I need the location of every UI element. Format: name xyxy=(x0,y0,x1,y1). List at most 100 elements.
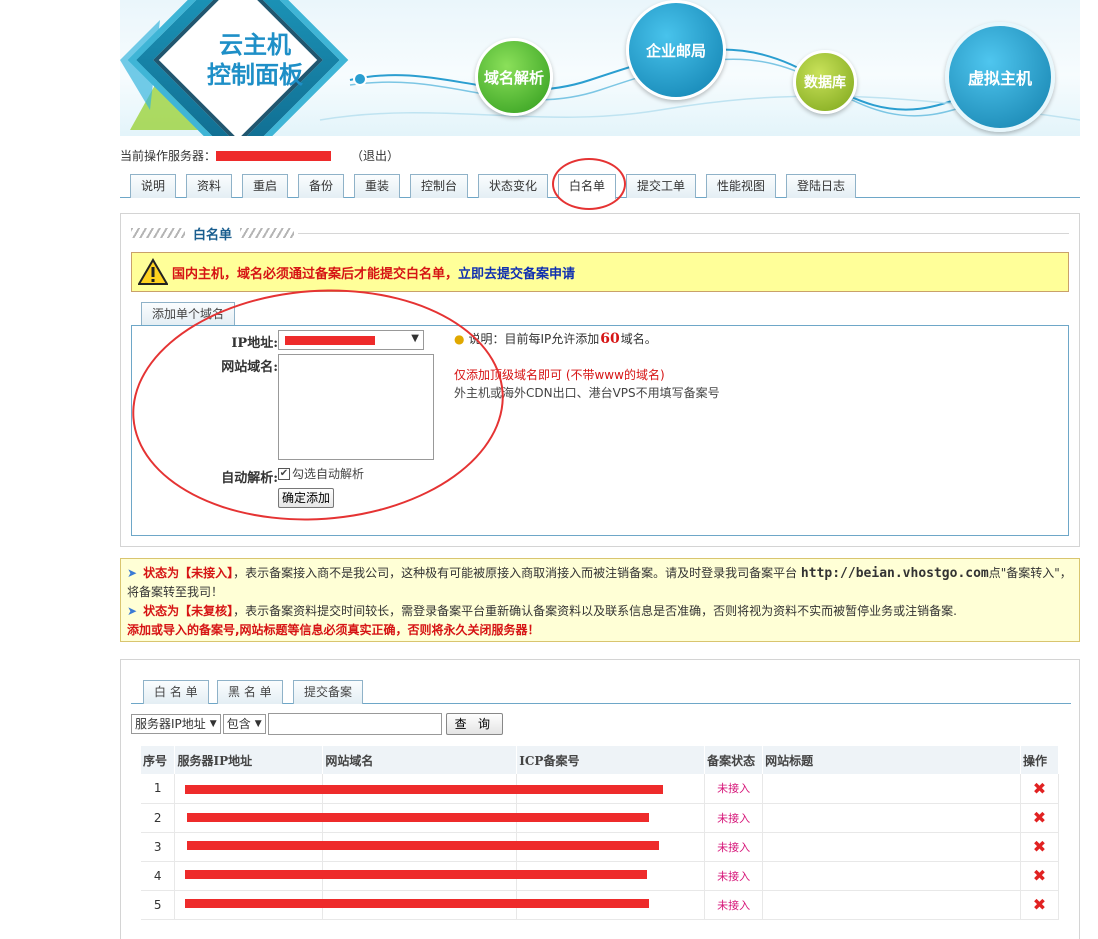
database-bubble[interactable]: 数据库 xyxy=(793,50,857,114)
auto-resolve-option: ✔ 勾选自动解析 xyxy=(278,465,364,482)
tab-performance[interactable]: 性能视图 xyxy=(706,174,777,198)
delete-icon[interactable]: ✖ xyxy=(1020,803,1060,833)
row-title xyxy=(762,832,1021,862)
notice-line-2: ➤ 状态为【未复核】，表示备案资料提交时间较长，需登录备案平台重新确认备案资料以及… xyxy=(127,602,1073,621)
notice-status-unconnected: 状态为【未接入】 xyxy=(143,566,234,580)
beian-url[interactable]: http://beian.vhostgo.com xyxy=(801,566,989,581)
enterprise-mail-bubble[interactable]: 企业邮局 xyxy=(626,0,726,100)
section-title: 白名单 xyxy=(131,224,1069,243)
list-tabs: 白 名 单 黑 名 单 提交备案 xyxy=(131,680,1071,704)
tab-whitelist[interactable]: 白名单 xyxy=(558,174,617,199)
server-label: 当前操作服务器： xyxy=(120,149,217,163)
domain-resolve-bubble[interactable]: 域名解析 xyxy=(475,38,553,116)
search-button[interactable]: 查 询 xyxy=(445,713,503,735)
submit-icp-link[interactable]: 立即去提交备案申请 xyxy=(458,263,575,282)
note-limit: ● 说明：目前每IP允许添加 60 域名。 xyxy=(454,330,657,347)
search-field-select[interactable]: 服务器IP地址 ▼ xyxy=(131,714,221,734)
col-server-ip: 服务器IP地址 xyxy=(174,746,324,774)
row-redaction xyxy=(187,813,649,822)
header-banner: 云主机 控制面板 域名解析 企业邮局 数据库 虚拟主机 xyxy=(120,0,1080,136)
auto-resolve-checkbox[interactable]: ✔ xyxy=(278,467,290,480)
tab-reinstall[interactable]: 重装 xyxy=(354,174,401,198)
search-input[interactable] xyxy=(267,713,442,735)
notice-status-unreviewed: 状态为【未复核】 xyxy=(143,604,234,618)
status-badge: 未接入 xyxy=(704,890,764,920)
warning-icon xyxy=(138,258,168,285)
table-header-row: 序号 服务器IP地址 网站域名 ICP备案号 备案状态 网站标题 操作 xyxy=(141,746,1060,774)
notice-box: ➤ 状态为【未接入】，表示备案接入商不是我公司，这种极有可能被原接入商取消接入而被… xyxy=(120,558,1080,642)
col-domain: 网站域名 xyxy=(322,746,518,774)
search-bar: 服务器IP地址 ▼ 包含 ▼ 查 询 xyxy=(131,713,503,735)
auto-resolve-label: 自动解析: xyxy=(221,471,278,486)
row-no: 1 xyxy=(141,774,176,804)
note-overseas: 外主机或海外CDN出口、港台VPS不用填写备案号 xyxy=(454,386,720,400)
ip-label: IP地址: xyxy=(231,336,278,351)
notice-text-1: ，表示备案接入商不是我公司，这种极有可能被原接入商取消接入而被注销备案。请及时登… xyxy=(233,566,798,580)
auto-resolve-text: 勾选自动解析 xyxy=(292,467,365,481)
col-status: 备案状态 xyxy=(704,746,764,774)
row-title xyxy=(762,803,1021,833)
domain-label: 网站域名: xyxy=(221,360,278,375)
row-no: 4 xyxy=(141,861,176,891)
tab-login-log[interactable]: 登陆日志 xyxy=(786,174,857,198)
logo-line2: 控制面板 xyxy=(207,61,303,89)
chevron-down-icon: ▼ xyxy=(209,719,217,729)
tab-blacklist[interactable]: 黑 名 单 xyxy=(217,680,283,704)
domain-textarea[interactable] xyxy=(278,354,434,460)
col-no: 序号 xyxy=(141,746,176,774)
notice-line-1: ➤ 状态为【未接入】，表示备案接入商不是我公司，这种极有可能被原接入商取消接入而被… xyxy=(127,564,1073,602)
row-title xyxy=(762,774,1021,804)
tab-description[interactable]: 说明 xyxy=(130,174,177,198)
tab-status-change[interactable]: 状态变化 xyxy=(478,174,549,198)
tab-submit-icp[interactable]: 提交备案 xyxy=(293,680,364,704)
ip-select[interactable]: ▼ xyxy=(278,330,424,350)
warning-banner: 国内主机，域名必须通过备案后才能提交白名单， 立即去提交备案申请 xyxy=(131,252,1069,292)
notice-line-3: 添加或导入的备案号,网站标题等信息必须真实正确，否则将永久关闭服务器！ xyxy=(127,623,540,637)
notice-text-2: ，表示备案资料提交时间较长，需登录备案平台重新确认备案资料以及联系信息是否准确，… xyxy=(233,604,957,618)
search-operator-value: 包含 xyxy=(226,717,251,731)
logo-line1: 云主机 xyxy=(219,31,291,59)
tab-profile[interactable]: 资料 xyxy=(186,174,233,198)
row-no: 3 xyxy=(141,832,176,862)
row-redaction xyxy=(185,899,649,908)
tab-submit-ticket[interactable]: 提交工单 xyxy=(626,174,697,198)
delete-icon[interactable]: ✖ xyxy=(1020,861,1060,891)
status-badge: 未接入 xyxy=(704,832,764,862)
ip-redaction xyxy=(285,335,375,345)
section-title-text: 白名单 xyxy=(193,227,233,243)
server-redaction xyxy=(216,150,332,161)
logo: 云主机 控制面板 xyxy=(190,30,320,90)
note-suffix: 域名。 xyxy=(620,332,657,346)
tab-console[interactable]: 控制台 xyxy=(410,174,469,198)
tab-backup[interactable]: 备份 xyxy=(298,174,345,198)
tab-add-single-domain[interactable]: 添加单个域名 xyxy=(141,302,236,325)
note-prefix: 说明：目前每IP允许添加 xyxy=(468,332,600,346)
record-list-panel: 白 名 单 黑 名 单 提交备案 服务器IP地址 ▼ 包含 ▼ 查 询 序号 服… xyxy=(120,659,1080,939)
record-table: 序号 服务器IP地址 网站域名 ICP备案号 备案状态 网站标题 操作 1 未接… xyxy=(141,746,1060,920)
row-no: 2 xyxy=(141,803,176,833)
note-count: 60 xyxy=(600,330,620,347)
pin-icon: ➤ xyxy=(127,604,138,618)
logout-link[interactable]: （退出） xyxy=(351,147,399,164)
add-subtabs: 添加单个域名 xyxy=(131,302,1069,326)
tab-whitelist-list[interactable]: 白 名 单 xyxy=(143,680,209,704)
delete-icon[interactable]: ✖ xyxy=(1020,774,1060,804)
tab-restart[interactable]: 重启 xyxy=(242,174,289,198)
chevron-down-icon: ▼ xyxy=(411,333,419,344)
confirm-add-button[interactable]: 确定添加 xyxy=(278,488,335,508)
row-title xyxy=(762,861,1021,891)
warning-text: 国内主机，域名必须通过备案后才能提交白名单， xyxy=(172,266,459,282)
status-badge: 未接入 xyxy=(704,774,764,804)
note-top-level-domain: 仅添加顶级域名即可 (不带www的域名) xyxy=(454,368,665,382)
col-op: 操作 xyxy=(1020,746,1060,774)
search-field-value: 服务器IP地址 xyxy=(135,717,206,731)
virtual-host-bubble[interactable]: 虚拟主机 xyxy=(945,22,1055,132)
delete-icon[interactable]: ✖ xyxy=(1020,890,1060,920)
pin-icon: ➤ xyxy=(127,566,138,580)
row-no: 5 xyxy=(141,890,176,920)
current-server-line: 当前操作服务器： （退出） xyxy=(120,147,399,164)
col-title: 网站标题 xyxy=(762,746,1021,774)
delete-icon[interactable]: ✖ xyxy=(1020,832,1060,862)
add-domain-form: IP地址: ▼ 网站域名: ● 说明：目前每IP允许添加 60 域名。 仅添加顶… xyxy=(131,326,1069,536)
search-operator-select[interactable]: 包含 ▼ xyxy=(222,714,266,734)
